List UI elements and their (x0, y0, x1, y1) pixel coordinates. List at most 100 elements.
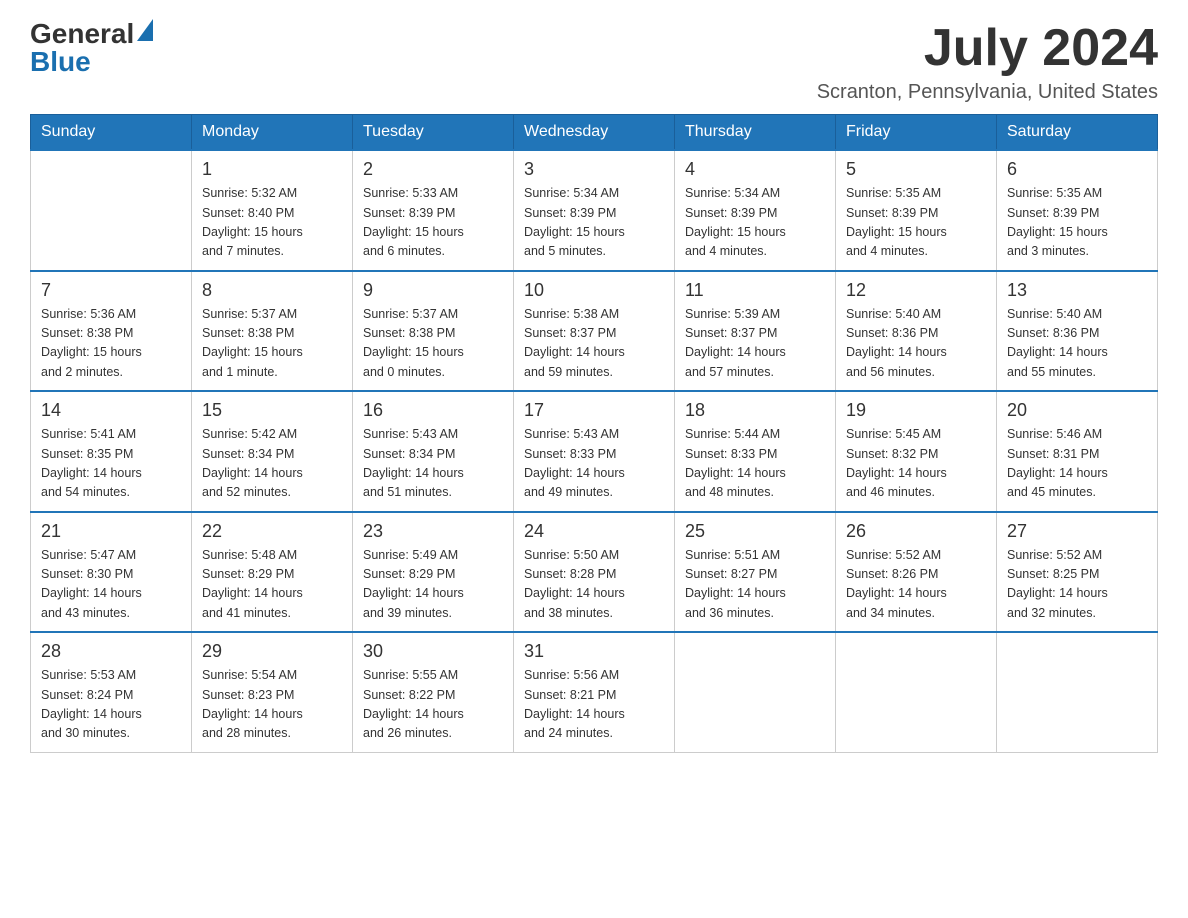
day-number: 22 (202, 521, 342, 542)
day-info: Sunrise: 5:50 AMSunset: 8:28 PMDaylight:… (524, 546, 664, 624)
day-info: Sunrise: 5:51 AMSunset: 8:27 PMDaylight:… (685, 546, 825, 624)
day-info: Sunrise: 5:52 AMSunset: 8:26 PMDaylight:… (846, 546, 986, 624)
calendar-cell: 31 Sunrise: 5:56 AMSunset: 8:21 PMDayligh… (514, 632, 675, 752)
day-info: Sunrise: 5:32 AMSunset: 8:40 PMDaylight:… (202, 184, 342, 262)
calendar-cell: 12 Sunrise: 5:40 AMSunset: 8:36 PMDayligh… (836, 271, 997, 392)
day-info: Sunrise: 5:49 AMSunset: 8:29 PMDaylight:… (363, 546, 503, 624)
day-info: Sunrise: 5:53 AMSunset: 8:24 PMDaylight:… (41, 666, 181, 744)
calendar-cell: 21Sunrise: 5:47 AMSunset: 8:30 PMDayligh… (31, 512, 192, 633)
calendar-cell: 5Sunrise: 5:35 AMSunset: 8:39 PMDaylight… (836, 150, 997, 271)
day-number: 6 (1007, 159, 1147, 180)
calendar-cell: 14 Sunrise: 5:41 AMSunset: 8:35 PMDayligh… (31, 391, 192, 512)
day-info: Sunrise: 5:38 AMSunset: 8:37 PMDaylight:… (524, 305, 664, 383)
week-row-2: 7 Sunrise: 5:36 AMSunset: 8:38 PMDaylight… (31, 271, 1158, 392)
calendar-cell (997, 632, 1158, 752)
day-number: 14 (41, 400, 181, 421)
week-row-5: 28 Sunrise: 5:53 AMSunset: 8:24 PMDayligh… (31, 632, 1158, 752)
day-info: Sunrise: 5:48 AMSunset: 8:29 PMDaylight:… (202, 546, 342, 624)
day-number: 9 (363, 280, 503, 301)
col-wednesday: Wednesday (514, 115, 675, 151)
calendar-cell: 7 Sunrise: 5:36 AMSunset: 8:38 PMDaylight… (31, 271, 192, 392)
day-info: Sunrise: 5:35 AMSunset: 8:39 PMDaylight:… (1007, 184, 1147, 262)
calendar-cell: 27 Sunrise: 5:52 AMSunset: 8:25 PMDayligh… (997, 512, 1158, 633)
day-info: Sunrise: 5:46 AMSunset: 8:31 PMDaylight:… (1007, 425, 1147, 503)
day-number: 4 (685, 159, 825, 180)
day-number: 23 (363, 521, 503, 542)
calendar-cell: 22 Sunrise: 5:48 AMSunset: 8:29 PMDayligh… (192, 512, 353, 633)
day-info: Sunrise: 5:42 AMSunset: 8:34 PMDaylight:… (202, 425, 342, 503)
calendar-cell: 25 Sunrise: 5:51 AMSunset: 8:27 PMDayligh… (675, 512, 836, 633)
calendar-table: Sunday Monday Tuesday Wednesday Thursday… (30, 114, 1158, 753)
day-number: 28 (41, 641, 181, 662)
day-number: 30 (363, 641, 503, 662)
logo: General Blue (30, 20, 153, 76)
calendar-cell: 9 Sunrise: 5:37 AMSunset: 8:38 PMDaylight… (353, 271, 514, 392)
location-subtitle: Scranton, Pennsylvania, United States (817, 81, 1158, 104)
logo-triangle-icon (137, 19, 153, 41)
day-info: Sunrise: 5:56 AMSunset: 8:21 PMDaylight:… (524, 666, 664, 744)
day-number: 31 (524, 641, 664, 662)
day-info: Sunrise: 5:37 AMSunset: 8:38 PMDaylight:… (363, 305, 503, 383)
logo-blue-text: Blue (30, 48, 91, 76)
day-info: Sunrise: 5:55 AMSunset: 8:22 PMDaylight:… (363, 666, 503, 744)
day-info: Sunrise: 5:52 AMSunset: 8:25 PMDaylight:… (1007, 546, 1147, 624)
calendar-cell: 30 Sunrise: 5:55 AMSunset: 8:22 PMDayligh… (353, 632, 514, 752)
calendar-cell: 11 Sunrise: 5:39 AMSunset: 8:37 PMDayligh… (675, 271, 836, 392)
day-info: Sunrise: 5:43 AMSunset: 8:33 PMDaylight:… (524, 425, 664, 503)
calendar-cell: 15 Sunrise: 5:42 AMSunset: 8:34 PMDayligh… (192, 391, 353, 512)
day-number: 24 (524, 521, 664, 542)
col-saturday: Saturday (997, 115, 1158, 151)
week-row-1: 1Sunrise: 5:32 AMSunset: 8:40 PMDaylight… (31, 150, 1158, 271)
calendar-cell: 10 Sunrise: 5:38 AMSunset: 8:37 PMDayligh… (514, 271, 675, 392)
day-number: 18 (685, 400, 825, 421)
calendar-header-row: Sunday Monday Tuesday Wednesday Thursday… (31, 115, 1158, 151)
page-header: General Blue July 2024 Scranton, Pennsyl… (30, 20, 1158, 104)
calendar-cell (675, 632, 836, 752)
day-info: Sunrise: 5:34 AMSunset: 8:39 PMDaylight:… (685, 184, 825, 262)
day-number: 16 (363, 400, 503, 421)
month-year-title: July 2024 (817, 20, 1158, 77)
day-number: 26 (846, 521, 986, 542)
day-number: 10 (524, 280, 664, 301)
day-number: 12 (846, 280, 986, 301)
calendar-cell: 24 Sunrise: 5:50 AMSunset: 8:28 PMDayligh… (514, 512, 675, 633)
calendar-cell (836, 632, 997, 752)
day-info: Sunrise: 5:37 AMSunset: 8:38 PMDaylight:… (202, 305, 342, 383)
day-info: Sunrise: 5:47 AMSunset: 8:30 PMDaylight:… (41, 546, 181, 624)
calendar-cell: 16Sunrise: 5:43 AMSunset: 8:34 PMDayligh… (353, 391, 514, 512)
day-info: Sunrise: 5:39 AMSunset: 8:37 PMDaylight:… (685, 305, 825, 383)
day-info: Sunrise: 5:36 AMSunset: 8:38 PMDaylight:… (41, 305, 181, 383)
day-number: 25 (685, 521, 825, 542)
day-info: Sunrise: 5:41 AMSunset: 8:35 PMDaylight:… (41, 425, 181, 503)
day-info: Sunrise: 5:40 AMSunset: 8:36 PMDaylight:… (846, 305, 986, 383)
day-number: 27 (1007, 521, 1147, 542)
title-section: July 2024 Scranton, Pennsylvania, United… (817, 20, 1158, 104)
day-info: Sunrise: 5:45 AMSunset: 8:32 PMDaylight:… (846, 425, 986, 503)
col-friday: Friday (836, 115, 997, 151)
col-tuesday: Tuesday (353, 115, 514, 151)
calendar-cell: 19Sunrise: 5:45 AMSunset: 8:32 PMDayligh… (836, 391, 997, 512)
calendar-cell: 20 Sunrise: 5:46 AMSunset: 8:31 PMDayligh… (997, 391, 1158, 512)
day-info: Sunrise: 5:34 AMSunset: 8:39 PMDaylight:… (524, 184, 664, 262)
day-info: Sunrise: 5:35 AMSunset: 8:39 PMDaylight:… (846, 184, 986, 262)
calendar-cell: 26 Sunrise: 5:52 AMSunset: 8:26 PMDayligh… (836, 512, 997, 633)
day-number: 11 (685, 280, 825, 301)
calendar-cell: 23 Sunrise: 5:49 AMSunset: 8:29 PMDayligh… (353, 512, 514, 633)
calendar-cell: 18Sunrise: 5:44 AMSunset: 8:33 PMDayligh… (675, 391, 836, 512)
day-number: 2 (363, 159, 503, 180)
day-number: 3 (524, 159, 664, 180)
day-number: 15 (202, 400, 342, 421)
day-number: 7 (41, 280, 181, 301)
calendar-cell: 3 Sunrise: 5:34 AMSunset: 8:39 PMDaylight… (514, 150, 675, 271)
day-number: 13 (1007, 280, 1147, 301)
col-sunday: Sunday (31, 115, 192, 151)
calendar-cell: 8 Sunrise: 5:37 AMSunset: 8:38 PMDaylight… (192, 271, 353, 392)
day-number: 29 (202, 641, 342, 662)
logo-general-text: General (30, 20, 134, 48)
calendar-cell: 4 Sunrise: 5:34 AMSunset: 8:39 PMDaylight… (675, 150, 836, 271)
col-thursday: Thursday (675, 115, 836, 151)
day-number: 8 (202, 280, 342, 301)
col-monday: Monday (192, 115, 353, 151)
day-number: 20 (1007, 400, 1147, 421)
day-info: Sunrise: 5:54 AMSunset: 8:23 PMDaylight:… (202, 666, 342, 744)
